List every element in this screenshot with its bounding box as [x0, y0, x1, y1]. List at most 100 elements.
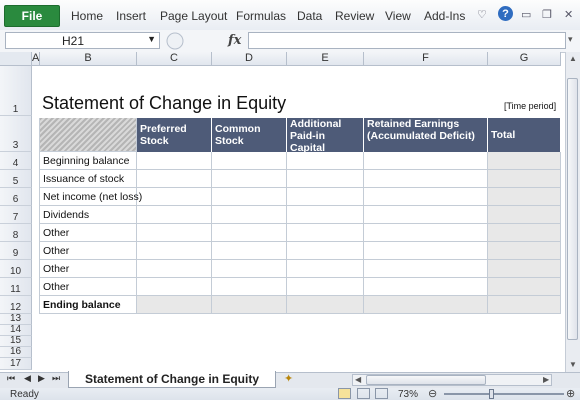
- total-cell[interactable]: [488, 260, 561, 278]
- insert-sheet-icon[interactable]: ✦: [284, 372, 293, 385]
- tab-formulas[interactable]: Formulas: [236, 9, 286, 23]
- data-cell[interactable]: [212, 260, 287, 278]
- data-cell[interactable]: [287, 296, 364, 314]
- data-cell[interactable]: [364, 152, 488, 170]
- data-cell[interactable]: [212, 224, 287, 242]
- total-cell[interactable]: [488, 206, 561, 224]
- tab-home[interactable]: Home: [71, 9, 103, 23]
- row-header-1[interactable]: 1: [0, 66, 32, 116]
- vertical-scroll-thumb[interactable]: [567, 78, 578, 340]
- tab-insert[interactable]: Insert: [116, 9, 146, 23]
- data-cell[interactable]: [212, 152, 287, 170]
- page-break-view-icon[interactable]: [375, 388, 388, 399]
- data-cell[interactable]: [287, 224, 364, 242]
- column-header-a[interactable]: A: [32, 52, 40, 66]
- scroll-right-icon[interactable]: ▶: [543, 375, 549, 384]
- data-cell[interactable]: [137, 170, 212, 188]
- row-header-3[interactable]: 3: [0, 116, 32, 152]
- data-cell[interactable]: [137, 260, 212, 278]
- row-header-5[interactable]: 5: [0, 170, 32, 188]
- data-cell[interactable]: [137, 188, 212, 206]
- tab-review[interactable]: Review: [335, 9, 374, 23]
- data-cell[interactable]: [212, 206, 287, 224]
- row-label[interactable]: Other: [40, 278, 137, 296]
- zoom-level[interactable]: 73%: [398, 389, 418, 400]
- hatched-corner-cell[interactable]: [40, 118, 137, 152]
- normal-view-icon[interactable]: [338, 388, 351, 399]
- scroll-left-icon[interactable]: ◀: [355, 375, 361, 384]
- data-cell[interactable]: [212, 188, 287, 206]
- data-cell[interactable]: [137, 242, 212, 260]
- column-header-b[interactable]: B: [40, 52, 137, 66]
- tab-view[interactable]: View: [385, 9, 411, 23]
- data-cell[interactable]: [287, 206, 364, 224]
- row-label[interactable]: Other: [40, 224, 137, 242]
- minimize-ribbon-icon[interactable]: ♡: [477, 8, 487, 21]
- data-cell[interactable]: [287, 242, 364, 260]
- total-cell[interactable]: [488, 170, 561, 188]
- row-header-9[interactable]: 9: [0, 242, 32, 260]
- sheet-tab-active[interactable]: Statement of Change in Equity: [68, 371, 276, 388]
- data-cell[interactable]: [364, 260, 488, 278]
- chevron-down-icon[interactable]: ▾: [568, 34, 573, 45]
- data-cell[interactable]: [364, 206, 488, 224]
- data-cell[interactable]: [287, 170, 364, 188]
- header-retained-earnings[interactable]: Retained Earnings (Accumulated Deficit): [364, 118, 488, 152]
- tab-data[interactable]: Data: [297, 9, 322, 23]
- total-cell[interactable]: [488, 278, 561, 296]
- horizontal-scroll-thumb[interactable]: [366, 375, 486, 385]
- scroll-up-icon[interactable]: ▲: [569, 54, 577, 63]
- scroll-down-icon[interactable]: ▼: [569, 360, 577, 369]
- column-header-g[interactable]: G: [488, 52, 561, 66]
- data-cell[interactable]: [287, 152, 364, 170]
- row-label-ending-balance[interactable]: Ending balance: [40, 296, 137, 314]
- header-preferred-stock[interactable]: Preferred Stock: [137, 118, 212, 152]
- data-cell[interactable]: [364, 242, 488, 260]
- row-header-8[interactable]: 8: [0, 224, 32, 242]
- row-label[interactable]: Issuance of stock: [40, 170, 137, 188]
- data-cell[interactable]: [364, 278, 488, 296]
- zoom-in-icon[interactable]: ⊕: [566, 387, 575, 400]
- row-label[interactable]: Dividends: [40, 206, 137, 224]
- restore-window-icon[interactable]: ❐: [542, 8, 552, 21]
- data-cell[interactable]: [364, 170, 488, 188]
- formula-bar-splitter-icon[interactable]: [162, 31, 186, 50]
- data-cell[interactable]: [137, 224, 212, 242]
- data-cell[interactable]: [364, 296, 488, 314]
- data-cell[interactable]: [137, 296, 212, 314]
- last-sheet-icon[interactable]: ⏭: [52, 373, 60, 384]
- first-sheet-icon[interactable]: ⏮: [7, 373, 15, 384]
- row-label[interactable]: Other: [40, 260, 137, 278]
- data-cell[interactable]: [364, 188, 488, 206]
- data-cell[interactable]: [212, 242, 287, 260]
- name-box[interactable]: H21 ▼: [5, 32, 160, 49]
- total-cell[interactable]: [488, 152, 561, 170]
- data-cell[interactable]: [212, 296, 287, 314]
- data-cell[interactable]: [212, 278, 287, 296]
- next-sheet-icon[interactable]: ▶: [38, 373, 45, 384]
- tab-add-ins[interactable]: Add-Ins: [424, 9, 465, 23]
- data-cell[interactable]: [137, 206, 212, 224]
- header-total[interactable]: Total: [488, 118, 561, 152]
- formula-input[interactable]: [248, 32, 566, 49]
- column-header-c[interactable]: C: [137, 52, 212, 66]
- insert-function-icon[interactable]: fx: [228, 33, 241, 48]
- row-header-11[interactable]: 11: [0, 278, 32, 296]
- row-header-10[interactable]: 10: [0, 260, 32, 278]
- row-header-17[interactable]: 17: [0, 358, 32, 370]
- data-cell[interactable]: [287, 188, 364, 206]
- chevron-down-icon[interactable]: ▼: [147, 34, 156, 44]
- row-label[interactable]: Net income (net loss): [40, 188, 142, 206]
- total-cell[interactable]: [488, 296, 561, 314]
- column-header-f[interactable]: F: [364, 52, 488, 66]
- header-additional-paid-in-capital[interactable]: Additional Paid-in Capital: [287, 118, 364, 152]
- minimize-window-icon[interactable]: ▭: [521, 8, 531, 21]
- total-cell[interactable]: [488, 242, 561, 260]
- data-cell[interactable]: [212, 170, 287, 188]
- data-cell[interactable]: [137, 152, 212, 170]
- column-header-e[interactable]: E: [287, 52, 364, 66]
- column-header-d[interactable]: D: [212, 52, 287, 66]
- prev-sheet-icon[interactable]: ◀: [24, 373, 31, 384]
- data-cell[interactable]: [364, 224, 488, 242]
- total-cell[interactable]: [488, 224, 561, 242]
